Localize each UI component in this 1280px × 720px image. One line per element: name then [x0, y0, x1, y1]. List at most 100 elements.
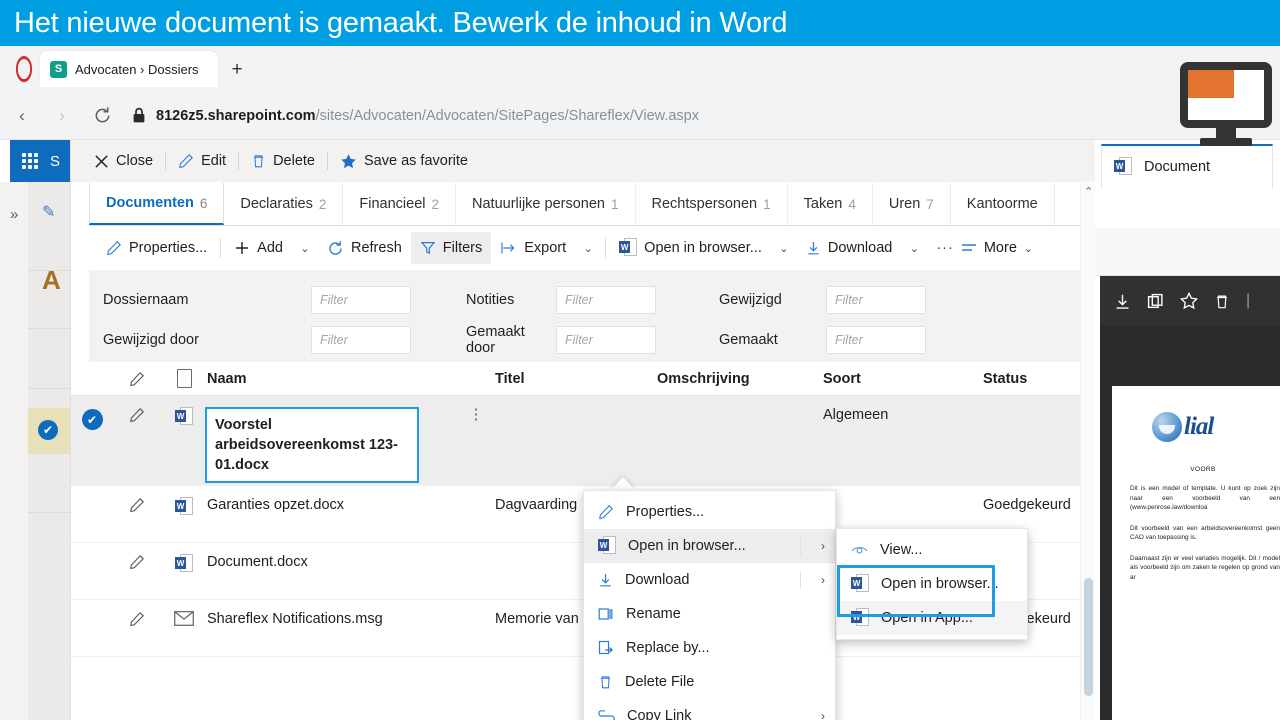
background-expand-icon[interactable]: »	[10, 206, 18, 223]
tab-declaraties[interactable]: Declaraties 2	[224, 183, 344, 225]
row-name[interactable]: Garanties opzet.docx	[207, 497, 457, 513]
table-row[interactable]: ✔ W Voorstel arbeidsovereenkomst 123-01.…	[71, 396, 1096, 486]
tab-rechtspersonen[interactable]: Rechtspersonen 1	[636, 183, 788, 225]
tab-documenten[interactable]: Documenten 6	[89, 183, 225, 225]
row-edit-button[interactable]	[113, 554, 161, 570]
add-chevron-down-icon[interactable]: ⌄	[292, 232, 318, 264]
download-button[interactable]: Download	[797, 232, 902, 264]
row-name-highlighted[interactable]: Voorstel arbeidsovereenkomst 123-01.docx	[205, 407, 419, 483]
export-chevron-down-icon[interactable]: ⌄	[575, 232, 601, 264]
new-tab-button[interactable]: +	[226, 58, 248, 80]
close-button-label: Close	[116, 153, 154, 169]
word-icon: W	[598, 536, 616, 556]
tab-taken[interactable]: Taken 4	[788, 183, 873, 225]
link-icon	[598, 710, 615, 720]
row-edit-button[interactable]	[113, 611, 161, 627]
word-icon: W	[1114, 157, 1132, 177]
row-edit-button[interactable]	[113, 407, 161, 423]
context-menu-item-delete-file[interactable]: Delete File	[584, 665, 835, 699]
row-context-menu-button[interactable]: ⋮	[457, 407, 495, 423]
reload-button[interactable]	[84, 98, 120, 134]
preview-logo-text: lial	[1184, 413, 1214, 440]
context-menu-item-open-in-browser[interactable]: W Open in browser... ›	[584, 529, 835, 563]
refresh-button[interactable]: Refresh	[318, 232, 411, 264]
copy-icon[interactable]	[1147, 293, 1164, 310]
add-button[interactable]: Add	[225, 232, 292, 264]
chevron-right-icon: ›	[821, 709, 825, 720]
monitor-icon	[1172, 58, 1280, 154]
tab-uren[interactable]: Uren 7	[873, 183, 951, 225]
download-icon[interactable]	[1114, 293, 1131, 310]
save-as-favorite-button[interactable]: Save as favorite	[331, 146, 477, 176]
header-soort[interactable]: Soort	[823, 371, 983, 387]
row-name[interactable]: Shareflex Notifications.msg	[207, 611, 457, 627]
filters-button-label: Filters	[442, 240, 483, 256]
submenu-item-open-in-app-label: Open in App...	[881, 610, 973, 626]
header-titel[interactable]: Titel	[495, 371, 657, 387]
properties-button[interactable]: Properties...	[97, 232, 216, 264]
browser-tab[interactable]: S Advocaten › Dossiers	[40, 51, 218, 87]
lock-icon[interactable]	[132, 107, 146, 124]
scroll-up-icon[interactable]: ⌃	[1084, 185, 1093, 198]
word-icon: W	[175, 554, 193, 574]
context-menu-item-rename[interactable]: Rename	[584, 597, 835, 631]
row-edit-button[interactable]	[113, 497, 161, 513]
context-menu-item-replace-by-label: Replace by...	[626, 640, 710, 656]
header-omschrijving[interactable]: Omschrijving	[657, 371, 823, 387]
divider	[220, 238, 222, 258]
header-naam[interactable]: Naam	[207, 371, 457, 387]
more-chevron-down-icon[interactable]: ⌄	[1024, 242, 1033, 255]
row-select-checkbox[interactable]: ✔	[71, 407, 113, 430]
pencil-icon	[130, 371, 144, 386]
row-name[interactable]: Document.docx	[207, 554, 457, 570]
filter-input-gemaakt-door[interactable]: Filter	[556, 326, 656, 354]
context-menu-item-properties[interactable]: Properties...	[584, 495, 835, 529]
reload-icon	[95, 107, 109, 123]
tab-financieel[interactable]: Financieel 2	[343, 183, 456, 225]
context-menu-item-replace-by[interactable]: Replace by...	[584, 631, 835, 665]
export-button[interactable]: Export	[491, 232, 575, 264]
submenu-item-open-in-browser[interactable]: W Open in browser...	[837, 567, 1027, 601]
filter-input-notities[interactable]: Filter	[556, 286, 656, 314]
context-menu-item-copy-link[interactable]: Copy Link ›	[584, 699, 835, 720]
preview-body: lial VOORB Dit is een model of template.…	[1100, 326, 1280, 720]
screenshot-root: ✔ S » ✎ A Close Edit Delete Save as favo…	[0, 0, 1280, 720]
delete-button[interactable]: Delete	[242, 146, 324, 176]
submenu-item-open-in-app[interactable]: W Open in App...	[837, 601, 1027, 635]
download-chevron-down-icon[interactable]: ⌄	[901, 232, 927, 264]
word-icon: W	[851, 574, 869, 594]
tab-natuurlijke-personen[interactable]: Natuurlijke personen 1	[456, 183, 636, 225]
row-soort: Algemeen	[823, 407, 889, 423]
edit-button[interactable]: Edit	[169, 146, 235, 176]
close-button[interactable]: Close	[85, 146, 162, 176]
scrollbar-thumb[interactable]	[1084, 578, 1093, 696]
filters-button[interactable]: Filters	[410, 232, 492, 264]
tab-kantoormedewerkers[interactable]: Kantoorme	[951, 183, 1055, 225]
more-button-label: More	[983, 240, 1017, 256]
tab-documenten-label: Documenten	[106, 195, 194, 211]
submenu-item-open-in-browser-label: Open in browser...	[881, 576, 999, 592]
panel-scrollbar[interactable]: ⌃	[1080, 183, 1095, 720]
forward-button[interactable]: ›	[44, 98, 80, 134]
open-in-browser-button[interactable]: W Open in browser...	[610, 232, 771, 264]
star-icon[interactable]	[1180, 292, 1198, 310]
table-header-row: Naam Titel Omschrijving Soort Status	[71, 362, 1096, 396]
context-menu-item-download[interactable]: Download ›	[584, 563, 835, 597]
filter-icon	[420, 242, 436, 255]
context-menu-pointer	[610, 477, 636, 491]
back-button[interactable]: ‹	[4, 98, 40, 134]
divider	[327, 152, 328, 170]
app-launcher-icon[interactable]	[22, 153, 38, 169]
url-bar[interactable]: 8126z5.sharepoint.com/sites/Advocaten/Ad…	[156, 108, 699, 124]
filter-input-gemaakt[interactable]: Filter	[826, 326, 926, 354]
context-menu-item-properties-label: Properties...	[626, 504, 705, 520]
filter-input-gewijzigd-door[interactable]: Filter	[311, 326, 411, 354]
more-button[interactable]: ··· More ⌄	[927, 232, 1042, 264]
filter-input-gewijzigd[interactable]: Filter	[826, 286, 926, 314]
trash-icon[interactable]	[1214, 293, 1230, 310]
submenu-item-view[interactable]: View...	[837, 533, 1027, 567]
background-pencil-icon[interactable]: ✎	[42, 202, 55, 222]
open-in-browser-chevron-down-icon[interactable]: ⌄	[771, 232, 797, 264]
filter-input-gemaakt-placeholder: Filter	[835, 333, 863, 347]
filter-input-dossiernaam[interactable]: Filter	[311, 286, 411, 314]
